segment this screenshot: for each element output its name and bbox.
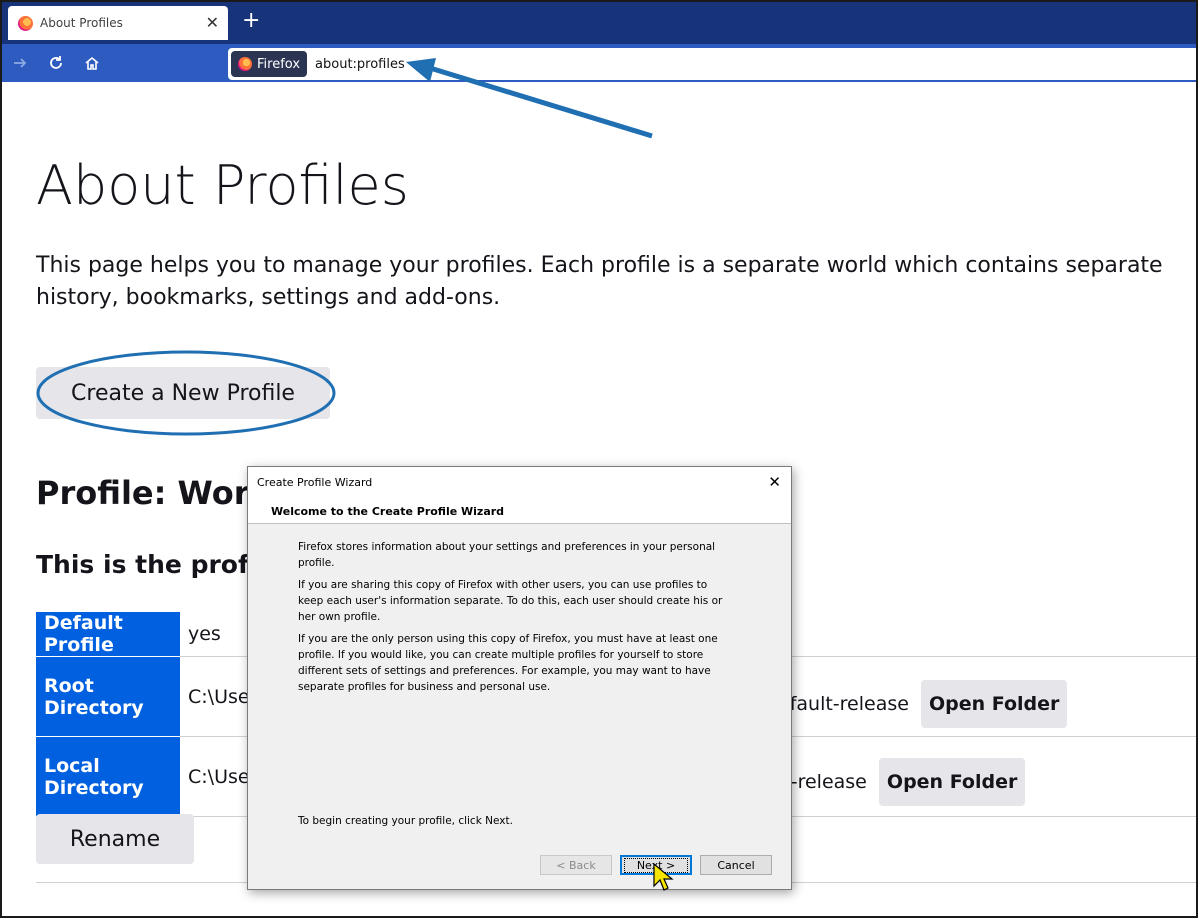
local-directory-path-tail: lt-release Open Folder bbox=[778, 758, 1026, 806]
profile-subheading: This is the profil bbox=[36, 550, 266, 579]
identity-box[interactable]: Firefox bbox=[231, 51, 308, 77]
row-key: Default Profile bbox=[36, 612, 180, 657]
reload-button[interactable] bbox=[44, 51, 68, 75]
path-tail-text: efault-release bbox=[778, 693, 909, 715]
dialog-footer-text: To begin creating your profile, click Ne… bbox=[298, 815, 513, 827]
local-directory-path: C:\Use bbox=[188, 765, 250, 788]
rename-button[interactable]: Rename bbox=[36, 814, 194, 864]
row-key: Root Directory bbox=[36, 656, 180, 737]
arrow-right-icon bbox=[14, 58, 27, 68]
open-folder-button-root[interactable]: Open Folder bbox=[920, 680, 1068, 728]
forward-button[interactable] bbox=[8, 51, 32, 75]
dialog-heading: Welcome to the Create Profile Wizard bbox=[271, 505, 505, 518]
dialog-header: Welcome to the Create Profile Wizard bbox=[248, 497, 791, 524]
open-folder-button-local[interactable]: Open Folder bbox=[878, 758, 1026, 806]
root-directory-path: C:\Use bbox=[188, 685, 250, 708]
back-button[interactable]: < Back bbox=[540, 855, 612, 875]
dialog-title: Create Profile Wizard bbox=[257, 475, 373, 489]
page-intro: This page helps you to manage your profi… bbox=[36, 253, 1163, 310]
tab-about-profiles[interactable]: About Profiles ✕ bbox=[8, 6, 228, 40]
home-icon bbox=[85, 56, 99, 70]
url-text[interactable]: about:profiles bbox=[315, 57, 405, 72]
dialog-paragraph: Firefox stores information about your se… bbox=[298, 541, 716, 569]
root-directory-path-tail: efault-release Open Folder bbox=[778, 680, 1068, 728]
navigation-toolbar: Firefox about:profiles bbox=[2, 44, 1196, 82]
next-button[interactable]: Next > bbox=[620, 855, 692, 875]
new-tab-button[interactable]: + bbox=[242, 10, 260, 32]
cancel-button[interactable]: Cancel bbox=[700, 855, 772, 875]
profile-heading: Profile: Work bbox=[36, 474, 271, 512]
create-new-profile-button[interactable]: Create a New Profile bbox=[36, 367, 330, 419]
reload-icon bbox=[50, 56, 62, 69]
firefox-icon bbox=[18, 15, 33, 31]
create-profile-wizard-dialog: Create Profile Wizard ✕ Welcome to the C… bbox=[247, 466, 792, 890]
close-tab-icon[interactable]: ✕ bbox=[206, 15, 219, 31]
home-button[interactable] bbox=[80, 51, 104, 75]
close-icon[interactable]: ✕ bbox=[768, 473, 781, 491]
tab-strip: About Profiles ✕ + bbox=[2, 2, 1196, 44]
browser-window: About Profiles ✕ + Firefox about:profile… bbox=[0, 0, 1198, 918]
dialog-body: Firefox stores information about your se… bbox=[298, 539, 728, 701]
url-bar[interactable]: Firefox about:profiles bbox=[228, 48, 1196, 80]
dialog-paragraph: If you are the only person using this co… bbox=[298, 633, 718, 693]
identity-label: Firefox bbox=[257, 56, 301, 72]
page-title: About Profiles bbox=[36, 154, 409, 217]
next-button-label: Next > bbox=[623, 857, 689, 873]
dialog-paragraph: If you are sharing this copy of Firefox … bbox=[298, 579, 723, 623]
dialog-titlebar: Create Profile Wizard ✕ bbox=[248, 467, 791, 497]
firefox-icon bbox=[238, 57, 252, 71]
row-key: Local Directory bbox=[36, 736, 180, 817]
tab-title: About Profiles bbox=[40, 16, 123, 30]
